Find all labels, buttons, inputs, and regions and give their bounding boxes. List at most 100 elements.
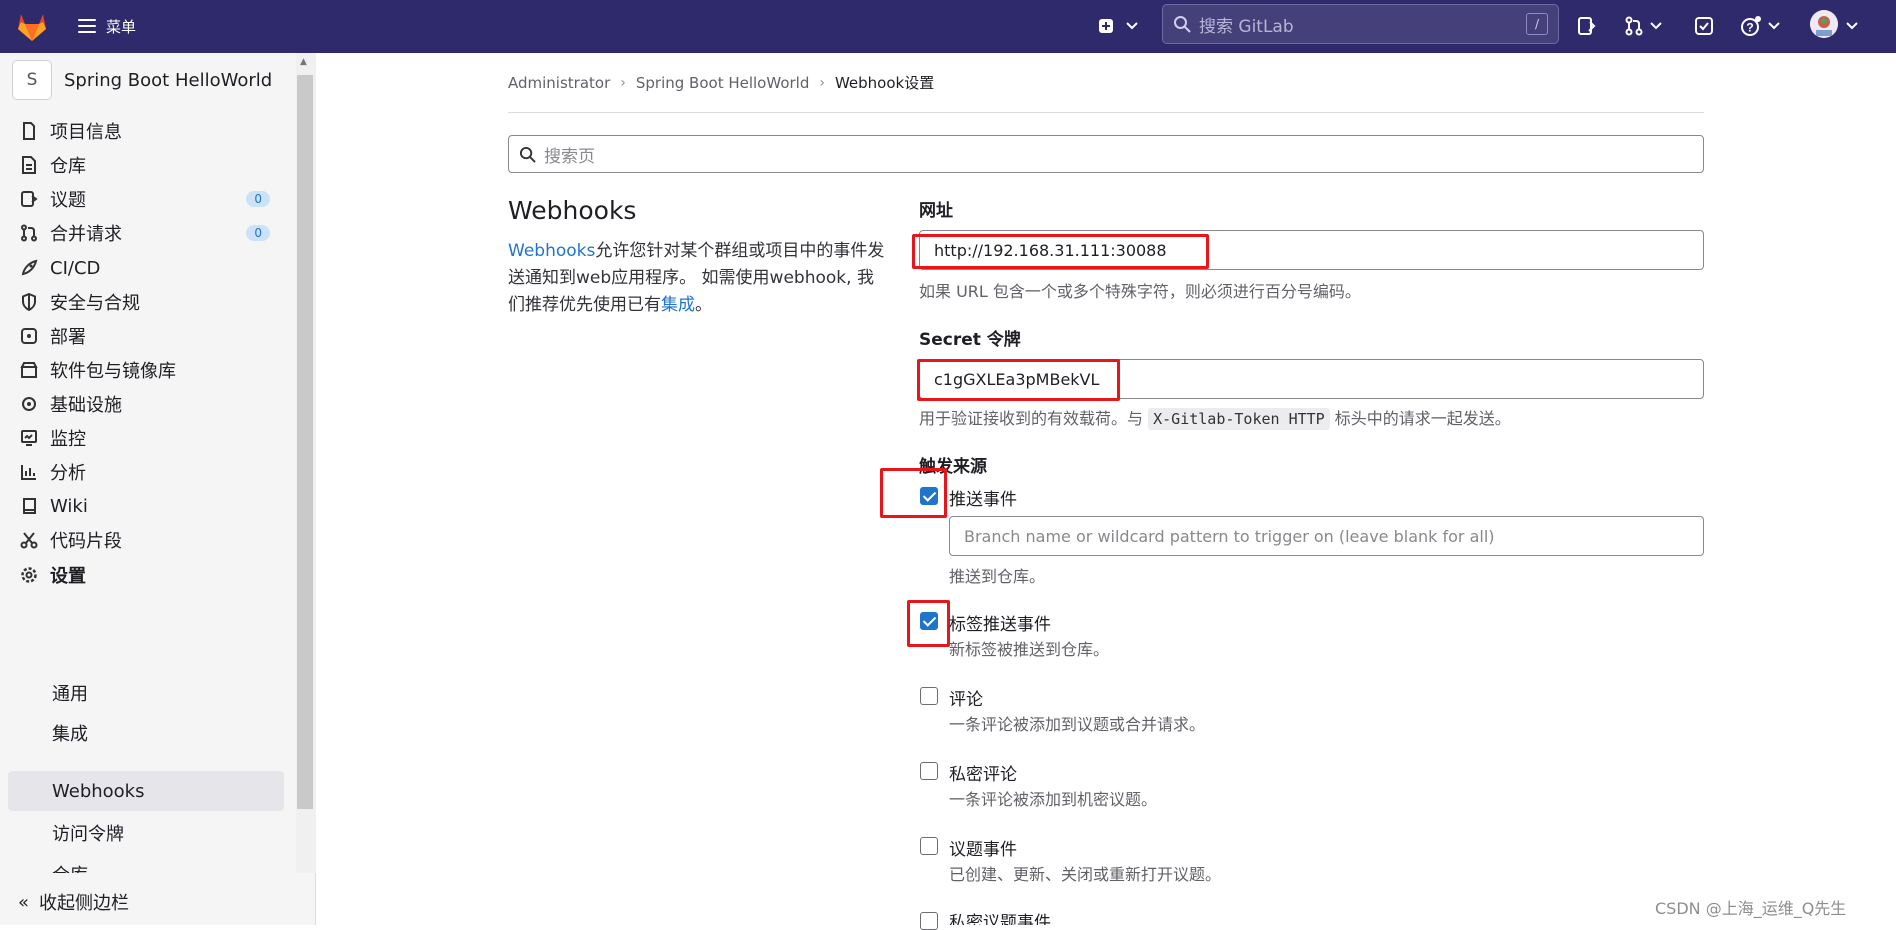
collapse-sidebar-button[interactable]: « 收起侧边栏 — [18, 889, 129, 915]
secret-token-label: Secret 令牌 — [919, 330, 1021, 350]
confidential-comments-checkbox[interactable] — [920, 762, 938, 780]
sidebar-subitem-webhooks[interactable]: Webhooks — [52, 777, 144, 805]
watermark-text: CSDN @上海_运维_Q先生 — [1655, 899, 1847, 918]
breadcrumb-current[interactable]: Webhook设置 — [835, 72, 934, 93]
gitlab-logo-icon[interactable] — [14, 8, 50, 44]
top-navbar: 菜单 搜索 GitLab / ? — [0, 0, 1896, 53]
push-events-help: 推送到仓库。 — [949, 567, 1046, 586]
annotation-highlight-box — [880, 468, 947, 518]
comments-label: 评论 — [949, 690, 983, 710]
global-search-input[interactable]: 搜索 GitLab / — [1162, 4, 1559, 44]
sidebar-item-label: 项目信息 — [50, 122, 122, 143]
sidebar-item-label: 议题 — [50, 190, 86, 211]
sidebar-item-cicd[interactable]: CI/CD — [18, 253, 270, 283]
project-name: Spring Boot HelloWorld — [64, 69, 273, 91]
confidential-issues-events-label: 私密议题事件 — [949, 913, 1051, 925]
issues-nav-icon[interactable] — [1576, 13, 1596, 39]
secret-help-pre: 用于验证接收到的有效载荷。与 — [919, 409, 1144, 428]
scroll-up-arrow-icon[interactable]: ▲ — [300, 57, 307, 67]
todo-nav-icon[interactable] — [1694, 13, 1714, 39]
sidebar-item-issues[interactable]: 议题 0 — [18, 184, 270, 214]
sidebar-item-security[interactable]: 安全与合规 — [18, 287, 270, 317]
comments-help: 一条评论被添加到议题或合并请求。 — [949, 715, 1206, 734]
url-help-text: 如果 URL 包含一个或多个特殊字符，则必须进行百分号编码。 — [919, 282, 1361, 301]
sidebar-item-analytics[interactable]: 分析 — [18, 457, 270, 487]
sidebar-item-project-info[interactable]: 项目信息 — [18, 116, 270, 146]
section-title: Webhooks — [508, 196, 637, 225]
secret-help-text: 用于验证接收到的有效载荷。与 X-Gitlab-Token HTTP 标头中的请… — [919, 405, 1511, 430]
integrations-link[interactable]: 集成 — [661, 295, 695, 315]
search-icon — [1174, 16, 1191, 33]
merge-requests-count-badge: 0 — [246, 225, 270, 241]
sidebar-item-wiki[interactable]: Wiki — [18, 491, 270, 521]
project-info-icon — [18, 120, 40, 142]
section-description: Webhooks允许您针对某个群组或项目中的事件发送通知到web应用程序。 如需… — [508, 238, 888, 319]
annotation-highlight-box — [912, 234, 1209, 269]
sidebar-subitem-general[interactable]: 通用 — [52, 679, 88, 707]
confidential-comments-label: 私密评论 — [949, 765, 1017, 785]
branch-filter-input[interactable]: Branch name or wildcard pattern to trigg… — [949, 516, 1704, 556]
annotation-highlight-box — [917, 359, 1120, 401]
breadcrumb-administrator[interactable]: Administrator — [508, 74, 610, 92]
sidebar-item-infrastructure[interactable]: 基础设施 — [18, 389, 270, 419]
svg-text:?: ? — [1746, 21, 1753, 35]
cloud-gear-icon — [18, 393, 40, 415]
sidebar-project-header[interactable]: S Spring Boot HelloWorld — [12, 60, 273, 100]
sidebar-item-label: 仓库 — [50, 156, 86, 177]
webhooks-doc-link[interactable]: Webhooks — [508, 241, 595, 261]
double-chevron-left-icon: « — [18, 891, 30, 913]
sidebar-item-label: 部署 — [50, 327, 86, 348]
issues-events-label: 议题事件 — [949, 840, 1017, 860]
annotation-highlight-box — [907, 600, 950, 647]
secret-help-post: 标头中的请求一起发送。 — [1334, 409, 1511, 428]
sidebar-item-repository[interactable]: 仓库 — [18, 150, 270, 180]
breadcrumb-project[interactable]: Spring Boot HelloWorld — [636, 74, 809, 92]
repository-icon — [18, 154, 40, 176]
hamburger-icon — [78, 19, 96, 33]
sidebar-item-settings[interactable]: 设置 — [18, 560, 270, 590]
sidebar-item-label: 监控 — [50, 429, 86, 450]
sidebar-item-packages[interactable]: 软件包与镜像库 — [18, 355, 270, 385]
sidebar-item-label: 基础设施 — [50, 395, 122, 416]
confidential-issues-events-checkbox[interactable] — [920, 912, 938, 930]
sidebar-subitem-integrations[interactable]: 集成 — [52, 719, 88, 747]
sidebar-scrollbar-thumb[interactable] — [297, 75, 313, 809]
comments-checkbox[interactable] — [920, 687, 938, 705]
collapse-sidebar-label: 收起侧边栏 — [39, 893, 130, 914]
chevron-down-icon — [1650, 22, 1662, 30]
chart-icon — [18, 461, 40, 483]
user-avatar[interactable] — [1810, 10, 1838, 38]
user-menu-chevron[interactable] — [1846, 13, 1858, 39]
chevron-right-icon: › — [819, 74, 825, 91]
issues-events-checkbox[interactable] — [920, 837, 938, 855]
sidebar-item-deployments[interactable]: 部署 — [18, 321, 270, 351]
sidebar-item-label: 软件包与镜像库 — [50, 361, 176, 382]
sidebar-item-monitor[interactable]: 监控 — [18, 423, 270, 453]
project-avatar: S — [12, 60, 52, 100]
breadcrumb: Administrator › Spring Boot HelloWorld ›… — [508, 72, 934, 93]
issues-icon — [18, 188, 40, 210]
shield-icon — [18, 291, 40, 313]
menu-button[interactable]: 菜单 — [78, 13, 136, 39]
book-icon — [18, 495, 40, 517]
tag-push-events-label: 标签推送事件 — [949, 615, 1051, 635]
url-label: 网址 — [919, 201, 953, 221]
settings-search-placeholder: 搜索页 — [544, 146, 595, 167]
scissors-icon — [18, 529, 40, 551]
help-dropdown[interactable]: ? — [1740, 13, 1780, 39]
active-item-highlight — [8, 771, 284, 811]
sidebar-item-label: 设置 — [50, 566, 86, 587]
sidebar-subitem-repository[interactable]: 仓库 — [52, 861, 88, 873]
sidebar-item-label: 合并请求 — [50, 224, 122, 245]
package-icon — [18, 359, 40, 381]
sidebar-item-label: 分析 — [50, 463, 86, 484]
new-item-dropdown[interactable] — [1098, 13, 1138, 39]
settings-search-input[interactable]: 搜索页 — [508, 135, 1704, 173]
sidebar-subitem-access-tokens[interactable]: 访问令牌 — [52, 819, 124, 847]
plus-square-icon — [1099, 19, 1113, 33]
question-icon: ? — [1741, 16, 1761, 36]
sidebar-item-merge-requests[interactable]: 合并请求 0 — [18, 218, 270, 248]
sidebar-item-snippets[interactable]: 代码片段 — [18, 525, 270, 555]
gear-icon — [18, 564, 40, 586]
merge-requests-nav-icon[interactable] — [1624, 13, 1662, 39]
